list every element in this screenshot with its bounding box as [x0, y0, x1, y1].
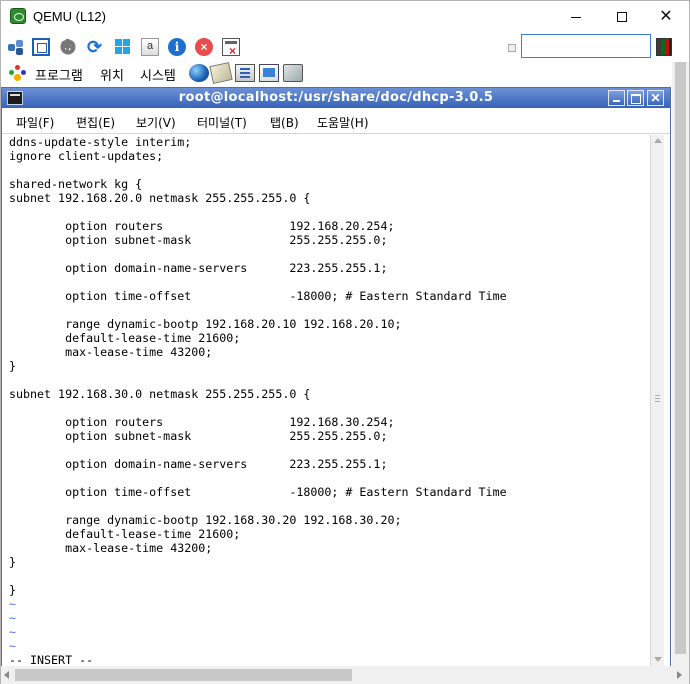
terminal-scrollbar[interactable] — [650, 135, 664, 666]
terminal-line: option domain-name-servers 223.255.255.1… — [9, 457, 388, 471]
settings-icon[interactable] — [59, 36, 77, 57]
vim-status-line: -- INSERT -- — [9, 653, 94, 666]
terminal-minimize-button[interactable] — [608, 90, 625, 106]
minimize-icon — [571, 16, 581, 18]
empty-line-marker: ~ — [9, 625, 17, 639]
terminal-line: max-lease-time 43200; — [9, 345, 213, 359]
scroll-right-icon[interactable] — [677, 671, 682, 679]
terminal-line: subnet 192.168.30.0 netmask 255.255.255.… — [9, 387, 311, 401]
terminal-line: option subnet-mask 255.255.255.0; — [9, 429, 388, 443]
guest-display[interactable]: 프로그램 위치 시스템 root@localhost:/usr/share/do… — [1, 62, 689, 684]
terminal-line: } — [9, 583, 17, 597]
minimize-button[interactable] — [553, 1, 599, 31]
terminal-line: } — [9, 359, 17, 373]
menu-edit[interactable]: 편집(E) — [76, 114, 115, 131]
menu-places[interactable]: 위치 — [100, 65, 124, 84]
gnome-foot-icon[interactable] — [9, 65, 27, 81]
refresh-icon[interactable]: ⟳ — [87, 38, 105, 56]
window-title: QEMU (L12) — [33, 9, 106, 24]
maximize-icon — [617, 12, 627, 23]
scroll-grip-icon[interactable] — [655, 395, 660, 402]
mail-icon[interactable] — [209, 62, 233, 84]
terminal-line: } — [9, 555, 17, 569]
terminal-line: subnet 192.168.20.0 netmask 255.255.255.… — [9, 191, 311, 205]
save-icon[interactable] — [222, 38, 240, 58]
close-button[interactable]: ✕ — [643, 1, 689, 31]
terminal-line: option routers 192.168.30.254; — [9, 415, 395, 429]
status-color-bar — [656, 38, 672, 56]
terminal-text: ddns-update-style interim; ignore client-… — [9, 135, 507, 666]
terminal-line: option time-offset -18000; # Eastern Sta… — [9, 289, 507, 303]
menu-help[interactable]: 도움말(H) — [317, 114, 369, 131]
guest-horizontal-scrollbar[interactable] — [1, 666, 689, 684]
terminal-line: range dynamic-bootp 192.168.30.20 192.16… — [9, 513, 402, 527]
guest-vertical-scroll-thumb[interactable] — [675, 62, 686, 654]
gnome-panel: 프로그램 위치 시스템 — [1, 62, 671, 85]
terminal-line: ddns-update-style interim; — [9, 135, 192, 149]
guest-vertical-scrollbar[interactable] — [672, 62, 689, 666]
terminal-line: ignore client-updates; — [9, 149, 164, 163]
empty-line-marker: ~ — [9, 611, 17, 625]
qemu-app-icon — [10, 8, 26, 24]
terminal-line: default-lease-time 21600; — [9, 331, 241, 345]
menu-programs[interactable]: 프로그램 — [35, 65, 83, 84]
terminal-window: root@localhost:/usr/share/doc/dhcp-3.0.5… — [1, 87, 671, 679]
browser-icon[interactable] — [189, 64, 209, 82]
maximize-button[interactable] — [599, 1, 645, 31]
stop-icon[interactable]: × — [195, 38, 213, 56]
guest-horizontal-scroll-thumb[interactable] — [15, 669, 352, 681]
windows-icon[interactable] — [114, 38, 132, 56]
terminal-line: range dynamic-bootp 192.168.20.10 192.16… — [9, 317, 402, 331]
terminal-line: option domain-name-servers 223.255.255.1… — [9, 261, 388, 275]
scroll-up-icon[interactable] — [654, 138, 662, 143]
terminal-screen[interactable]: ddns-update-style interim; ignore client-… — [2, 135, 650, 666]
fullscreen-icon[interactable] — [32, 38, 50, 56]
scroll-down-icon[interactable] — [654, 657, 662, 662]
terminal-close-button[interactable]: ✕ — [647, 90, 664, 106]
terminal-title: root@localhost:/usr/share/doc/dhcp-3.0.5 — [178, 90, 494, 105]
terminal-line: option time-offset -18000; # Eastern Sta… — [9, 485, 507, 499]
info-icon[interactable]: i — [168, 38, 186, 56]
terminal-icon[interactable] — [141, 38, 159, 56]
scroll-left-icon[interactable] — [4, 671, 9, 679]
empty-line-marker: ~ — [9, 597, 17, 611]
toolbar-handle[interactable] — [508, 44, 516, 52]
terminal-maximize-button[interactable] — [627, 90, 644, 106]
window-titlebar[interactable]: QEMU (L12) ✕ — [1, 1, 689, 32]
terminal-menubar: 파일(F) 편집(E) 보기(V) 터미널(T) 탭(B) 도움말(H) — [2, 108, 670, 134]
draw-icon[interactable] — [283, 64, 303, 82]
search-input[interactable] — [521, 34, 651, 58]
writer-icon[interactable] — [235, 64, 255, 82]
menu-system[interactable]: 시스템 — [140, 65, 176, 84]
empty-line-marker: ~ — [9, 639, 17, 653]
menu-view[interactable]: 보기(V) — [136, 114, 176, 131]
terminal-line: option subnet-mask 255.255.255.0; — [9, 233, 388, 247]
qemu-window: QEMU (L12) ✕ ⟳ i × 프로그램 위치 시스템 — [0, 0, 690, 684]
share-icon[interactable] — [7, 38, 25, 56]
presentation-icon[interactable] — [259, 64, 279, 82]
menu-file[interactable]: 파일(F) — [16, 114, 54, 131]
menu-terminal[interactable]: 터미널(T) — [197, 114, 247, 131]
terminal-line: option routers 192.168.20.254; — [9, 219, 395, 233]
close-icon: ✕ — [659, 8, 673, 25]
terminal-line: default-lease-time 21600; — [9, 527, 241, 541]
terminal-line: max-lease-time 43200; — [9, 541, 213, 555]
terminal-titlebar[interactable]: root@localhost:/usr/share/doc/dhcp-3.0.5… — [2, 88, 670, 108]
terminal-line: shared-network kg { — [9, 177, 143, 191]
menu-tabs[interactable]: 탭(B) — [270, 114, 299, 131]
